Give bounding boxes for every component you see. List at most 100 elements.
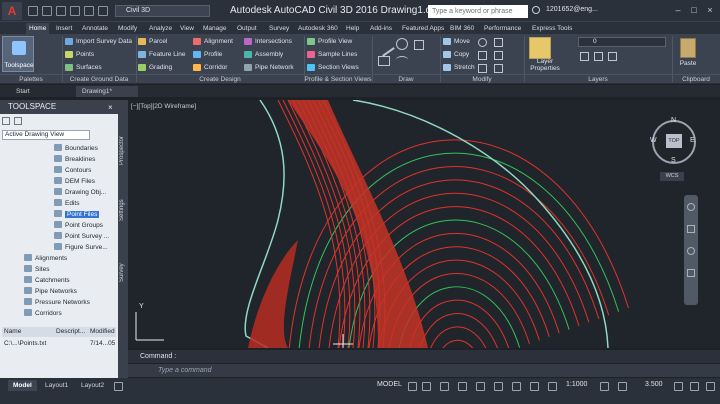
hatch-icon[interactable] bbox=[414, 40, 424, 50]
steering-wheel-icon[interactable] bbox=[687, 203, 695, 211]
column-name[interactable]: Name bbox=[4, 327, 21, 337]
polar-icon[interactable] bbox=[458, 382, 467, 391]
tree-item-drawing-objects[interactable]: Drawing Obj... bbox=[54, 188, 106, 198]
tab-model[interactable]: Model bbox=[8, 380, 37, 391]
column-modified[interactable]: Modified bbox=[90, 327, 115, 337]
tree-item-pressure-networks[interactable]: Pressure Networks bbox=[24, 298, 90, 308]
wcs-menu[interactable]: WCS bbox=[660, 172, 684, 181]
tab-prospector[interactable]: Prospector bbox=[119, 130, 127, 170]
tab-express-tools[interactable]: Express Tools bbox=[532, 23, 572, 34]
print-icon[interactable] bbox=[70, 6, 80, 16]
palette-options-icon[interactable] bbox=[2, 117, 10, 125]
navigation-bar[interactable] bbox=[684, 195, 698, 305]
pan-icon[interactable] bbox=[687, 225, 695, 233]
import-survey-data-button[interactable]: Import Survey Data bbox=[65, 36, 132, 47]
palette-close-icon[interactable]: × bbox=[108, 103, 113, 112]
tree-item-contours[interactable]: Contours bbox=[54, 166, 91, 176]
feature-line-button[interactable]: Feature Line bbox=[138, 49, 186, 60]
model-space-toggle[interactable]: MODEL bbox=[377, 381, 402, 388]
tab-autodesk-360[interactable]: Autodesk 360 bbox=[298, 23, 338, 34]
tree-item-figure-survey[interactable]: Figure Surve... bbox=[54, 243, 108, 253]
tab-annotate[interactable]: Annotate bbox=[82, 23, 108, 34]
tab-output[interactable]: Output bbox=[237, 23, 257, 34]
maximize-icon[interactable]: □ bbox=[688, 4, 700, 16]
save-as-icon[interactable] bbox=[56, 6, 66, 16]
redo-icon[interactable] bbox=[98, 6, 108, 16]
tab-add-ins[interactable]: Add-ins bbox=[370, 23, 392, 34]
tree-item-point-survey[interactable]: Point Survey ... bbox=[54, 232, 109, 242]
tree-item-sites[interactable]: Sites bbox=[24, 265, 49, 275]
tab-analyze[interactable]: Analyze bbox=[149, 23, 172, 34]
save-icon[interactable] bbox=[42, 6, 52, 16]
ortho-icon[interactable] bbox=[440, 382, 449, 391]
layer-lock-icon[interactable] bbox=[608, 52, 617, 61]
drawing-viewport[interactable] bbox=[128, 100, 720, 348]
compass-north[interactable]: N bbox=[671, 117, 676, 124]
close-icon[interactable]: × bbox=[704, 4, 716, 16]
paste-icon[interactable] bbox=[680, 38, 696, 58]
layer-properties-icon[interactable] bbox=[529, 37, 551, 59]
search-icon[interactable] bbox=[532, 6, 540, 14]
fillet-icon[interactable] bbox=[494, 51, 503, 60]
annotation-scale-icon[interactable] bbox=[548, 382, 557, 391]
arc-icon[interactable] bbox=[396, 56, 408, 64]
surfaces-button[interactable]: Surfaces bbox=[65, 62, 102, 73]
tab-modify[interactable]: Modify bbox=[118, 23, 137, 34]
doc-tab-drawing1[interactable]: Drawing1* bbox=[76, 86, 138, 97]
toolspace-view-select[interactable]: Active Drawing View bbox=[2, 130, 90, 140]
settings-icon[interactable] bbox=[618, 382, 627, 391]
customization-icon[interactable] bbox=[706, 382, 715, 391]
isolate-objects-icon[interactable] bbox=[674, 382, 683, 391]
tab-survey[interactable]: Survey bbox=[269, 23, 289, 34]
mirror-icon[interactable] bbox=[478, 51, 487, 60]
corridor-button[interactable]: Corridor bbox=[193, 62, 227, 73]
sample-lines-button[interactable]: Sample Lines bbox=[307, 49, 357, 60]
fullscreen-icon[interactable] bbox=[690, 382, 699, 391]
tab-help[interactable]: Help bbox=[346, 23, 359, 34]
zoom-icon[interactable] bbox=[687, 247, 695, 255]
add-layout-icon[interactable] bbox=[114, 382, 123, 391]
minimize-icon[interactable]: – bbox=[672, 4, 684, 16]
section-views-button[interactable]: Section Views bbox=[307, 62, 359, 73]
line-icon[interactable] bbox=[375, 37, 395, 57]
tab-layout2[interactable]: Layout2 bbox=[76, 380, 109, 391]
move-button[interactable]: Move bbox=[443, 36, 470, 47]
parcel-button[interactable]: Parcel bbox=[138, 36, 167, 47]
profile-view-button[interactable]: Profile View bbox=[307, 36, 352, 47]
viewcube-top[interactable]: TOP bbox=[666, 134, 682, 148]
circle-icon[interactable] bbox=[396, 38, 408, 50]
tree-item-dem-files[interactable]: DEM Files bbox=[54, 177, 95, 187]
elevation-value[interactable]: 3.500 bbox=[645, 381, 663, 388]
grid-icon[interactable] bbox=[408, 382, 417, 391]
workspace-select[interactable]: Civil 3D bbox=[115, 5, 210, 17]
assembly-button[interactable]: Assembly bbox=[244, 49, 283, 60]
otrack-icon[interactable] bbox=[494, 382, 503, 391]
intersections-button[interactable]: Intersections bbox=[244, 36, 292, 47]
tab-home[interactable]: Home bbox=[26, 23, 50, 34]
stretch-button[interactable]: Stretch bbox=[443, 62, 475, 73]
points-button[interactable]: Points bbox=[65, 49, 94, 60]
tab-performance[interactable]: Performance bbox=[484, 23, 521, 34]
layer-on-icon[interactable] bbox=[580, 52, 589, 61]
layer-select[interactable]: 0 bbox=[578, 37, 666, 47]
palette-refresh-icon[interactable] bbox=[14, 117, 22, 125]
tab-layout1[interactable]: Layout1 bbox=[40, 380, 73, 391]
tree-item-breaklines[interactable]: Breaklines bbox=[54, 155, 95, 165]
copy-button[interactable]: Copy bbox=[443, 49, 469, 60]
tab-featured-apps[interactable]: Featured Apps bbox=[402, 23, 444, 34]
command-input[interactable]: Type a command bbox=[128, 364, 720, 377]
tab-settings[interactable]: Settings bbox=[119, 195, 127, 225]
doc-tab-start[interactable]: Start bbox=[10, 86, 36, 97]
layer-properties-button[interactable]: Layer Properties bbox=[527, 58, 563, 72]
annotation-visibility-icon[interactable] bbox=[530, 382, 539, 391]
lineweight-icon[interactable] bbox=[512, 382, 521, 391]
tab-insert[interactable]: Insert bbox=[56, 23, 72, 34]
workspace-switch-icon[interactable] bbox=[600, 382, 609, 391]
rotate-icon[interactable] bbox=[478, 38, 487, 47]
tree-item-point-groups[interactable]: Point Groups bbox=[54, 221, 103, 231]
orbit-icon[interactable] bbox=[687, 269, 695, 277]
paste-button[interactable]: Paste bbox=[676, 60, 700, 67]
user-account[interactable]: 1201652@eng... bbox=[546, 6, 598, 13]
rectangle-icon[interactable] bbox=[378, 56, 390, 66]
table-row[interactable]: C:\...\Points.txt 7/14...05 bbox=[2, 339, 116, 349]
